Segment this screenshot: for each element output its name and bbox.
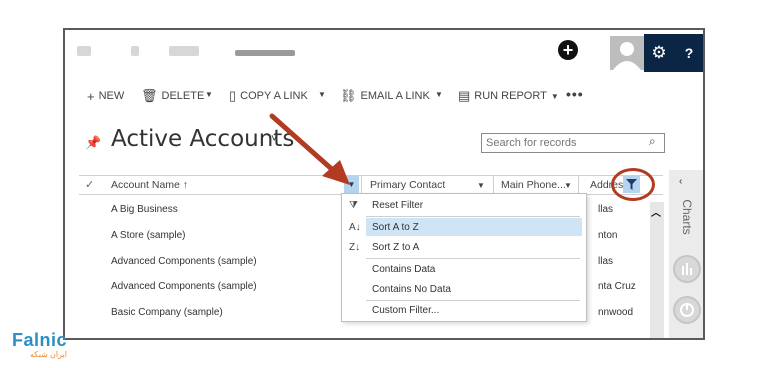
- account-name-cell[interactable]: Basic Company (sample): [111, 307, 223, 318]
- search-input[interactable]: [481, 133, 665, 153]
- address-cell: llas: [598, 204, 614, 215]
- select-all-checkmark-icon[interactable]: ✓: [85, 178, 94, 191]
- email-link-label: EMAIL A LINK: [360, 90, 430, 102]
- run-report-button[interactable]: ▤ RUN REPORT ▼: [458, 88, 559, 104]
- menu-item-sort-a-to-z[interactable]: Sort A to Z: [372, 222, 419, 233]
- nav-blur-item: [131, 46, 139, 56]
- search-icon[interactable]: ⌕: [649, 134, 656, 149]
- report-icon: ▤: [458, 88, 471, 103]
- column-filter-menu: ⧩ Reset Filter A↓ Sort A to Z Z↓ Sort Z …: [341, 193, 587, 322]
- chevron-left-icon[interactable]: ‹: [679, 176, 682, 187]
- menu-item-contains-no-data[interactable]: Contains No Data: [372, 284, 451, 295]
- column-divider: [361, 176, 362, 194]
- address-cell: llas: [598, 256, 614, 267]
- address-cell: nton: [598, 230, 618, 241]
- menu-item-sort-z-to-a[interactable]: Sort Z to A: [372, 242, 419, 253]
- nav-blur-item: [169, 46, 199, 56]
- logo-subtitle: ایران شبکه: [30, 350, 68, 359]
- gear-icon[interactable]: ⚙: [644, 34, 674, 72]
- address-cell: nnwood: [598, 307, 634, 318]
- scroll-up-chevron-icon[interactable]: ︿: [651, 204, 661, 219]
- column-header-account-name[interactable]: Account Name ↑: [111, 179, 188, 191]
- charts-pane-label[interactable]: Charts: [680, 197, 694, 237]
- menu-item-contains-data[interactable]: Contains Data: [372, 264, 435, 275]
- account-name-cell[interactable]: Advanced Components (sample): [111, 281, 257, 292]
- copy-link-label: COPY A LINK: [240, 90, 308, 102]
- run-report-label: RUN REPORT: [474, 90, 547, 102]
- delete-button-label: DELETE: [161, 90, 205, 102]
- top-navigation-bar: + ⚙ ?: [65, 30, 703, 76]
- chevron-down-icon: ▼: [550, 91, 559, 101]
- plus-icon: +: [87, 88, 95, 104]
- pin-icon[interactable]: 📌: [85, 135, 101, 151]
- address-cell: nta Cruz: [598, 281, 636, 292]
- new-button[interactable]: + NEW: [87, 88, 124, 104]
- create-new-icon[interactable]: +: [558, 40, 578, 60]
- account-name-cell[interactable]: A Store (sample): [111, 230, 185, 241]
- sort-za-icon: Z↓: [349, 242, 361, 253]
- page-title[interactable]: Active Accounts: [111, 126, 294, 152]
- menu-divider: [366, 300, 580, 301]
- column-divider: [578, 176, 579, 194]
- column-header-primary-contact[interactable]: Primary Contact: [370, 179, 445, 191]
- account-name-cell[interactable]: Advanced Components (sample): [111, 256, 257, 267]
- menu-divider: [366, 216, 580, 217]
- help-icon[interactable]: ?: [674, 34, 703, 72]
- column-filter-icon[interactable]: ▼: [564, 181, 572, 190]
- more-commands-button[interactable]: •••: [566, 86, 584, 102]
- delete-button[interactable]: 🗑 DELETE: [141, 88, 204, 104]
- nav-blur-item: [235, 50, 295, 56]
- view-selector-chevron-icon[interactable]: ˅: [271, 133, 277, 145]
- bar-chart-icon[interactable]: [673, 255, 701, 283]
- user-avatar[interactable]: [610, 36, 644, 70]
- menu-item-custom-filter[interactable]: Custom Filter...: [372, 305, 439, 316]
- menu-divider: [366, 258, 580, 259]
- column-filter-dropdown-icon[interactable]: ▼: [344, 176, 359, 193]
- email-link-dropdown-icon[interactable]: ▼: [435, 90, 443, 99]
- link-icon: ⛓: [340, 88, 357, 103]
- nav-blur-item: [77, 46, 91, 56]
- column-header-main-phone[interactable]: Main Phone...: [501, 179, 566, 191]
- email-link-button[interactable]: ⛓ EMAIL A LINK: [340, 88, 430, 104]
- document-icon: ▯: [229, 88, 237, 103]
- copy-link-dropdown-icon[interactable]: ▼: [318, 90, 326, 99]
- vertical-scrollbar[interactable]: [650, 202, 664, 338]
- account-name-cell[interactable]: A Big Business: [111, 204, 178, 215]
- annotation-circle: [611, 168, 655, 201]
- column-divider: [493, 176, 494, 194]
- crm-window: + ⚙ ? + NEW 🗑 DELETE ▼ ▯ COPY A LINK ▼ ⛓…: [63, 28, 705, 340]
- menu-item-reset-filter[interactable]: Reset Filter: [372, 200, 423, 211]
- pie-chart-icon[interactable]: [673, 296, 701, 324]
- new-button-label: NEW: [98, 90, 125, 102]
- delete-dropdown-icon[interactable]: ▼: [205, 90, 213, 99]
- sort-az-icon: A↓: [349, 222, 361, 233]
- column-filter-icon[interactable]: ▼: [477, 181, 485, 190]
- trash-icon: 🗑: [141, 88, 158, 103]
- copy-link-button[interactable]: ▯ COPY A LINK: [229, 88, 308, 104]
- avatar-silhouette-icon: [613, 42, 641, 70]
- falnic-logo: Falnic: [12, 330, 68, 350]
- reset-filter-icon: ⧩: [349, 200, 358, 211]
